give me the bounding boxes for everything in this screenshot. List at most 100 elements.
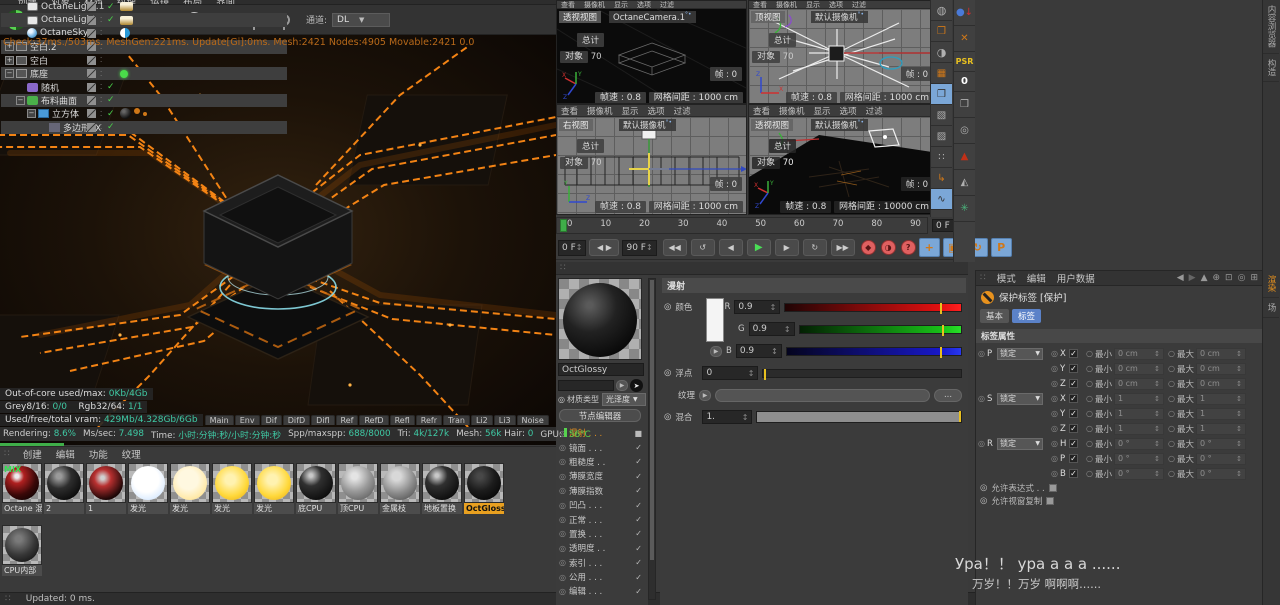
layer-toggle[interactable] [87,83,96,92]
min-field[interactable]: 1↕ [1114,408,1164,420]
point-mode-icon[interactable]: ∷ [931,147,952,168]
color-r-field[interactable]: 0.9↕ [734,300,780,314]
record-button[interactable]: ◑ [881,240,896,255]
visibility-dots[interactable]: ⁚ [100,16,102,24]
arrow-up-icon[interactable]: ▲ [1201,273,1208,283]
enable-check[interactable]: ✓ [107,109,115,119]
add-icon[interactable]: ⊞ [1250,273,1258,283]
max-field[interactable]: 0 cm↕ [1196,348,1246,360]
viewport-camera-badge[interactable]: 默认摄像机°• [619,119,676,131]
frame-step-buttons[interactable]: ◀ ▶ [589,239,619,256]
channel-check[interactable]: ✓ [635,472,642,481]
allow-viewport-copy-checkbox[interactable] [1046,497,1054,505]
viewport-menu-item[interactable]: 摄像机 [779,105,805,117]
target-icon[interactable]: ◎ [1238,273,1246,283]
layer-toggle[interactable] [87,96,96,105]
material-swatch[interactable] [120,70,128,78]
visibility-dots[interactable]: ⁚ [100,110,102,118]
enable-check[interactable]: ✓ [107,82,115,92]
layer-toggle[interactable] [87,69,96,78]
expand-arrow-icon[interactable]: ▶ [616,380,628,391]
record-button[interactable]: ? [901,240,916,255]
channel-check[interactable]: ✓ [635,558,642,567]
lock-dropdown[interactable]: 锁定▼ [997,348,1043,360]
material-name-field[interactable]: OctGlossy [558,363,644,376]
texture-mode-icon[interactable]: ◑ [931,42,952,63]
wire-sphere-icon[interactable]: ◍ [931,0,952,21]
expand-toggle[interactable]: − [27,109,36,118]
color-g-field[interactable]: 0.9↕ [749,322,795,336]
object-row[interactable]: − 底座 ⁚ [1,67,287,80]
enable-check[interactable]: ✓ [107,15,115,25]
panel-grip-icon[interactable]: ∷ [980,273,987,283]
render-pass-tab[interactable]: Li2 [471,415,493,425]
max-field[interactable]: 1↕ [1196,423,1246,435]
pick-cursor-icon[interactable]: ➤ [630,379,643,392]
render-pass-tab[interactable]: Noise [517,415,549,425]
object-row[interactable]: − 布料曲面 ⁚ ✓ [1,94,287,107]
render-pass-tab[interactable]: Env [235,415,260,425]
material-swatch[interactable] [120,16,133,25]
render-pass-tab[interactable]: Difl [311,415,334,425]
object-row[interactable]: 多边形FX ⁚ ✓ [1,121,287,134]
max-field[interactable]: 0 °↕ [1196,468,1246,480]
render-pass-tab[interactable]: Dif [261,415,282,425]
material-channel-row[interactable]: ◎ 薄膜指数 ✓ [556,484,646,498]
max-field[interactable]: 1↕ [1196,408,1246,420]
axis-checkbox[interactable]: ✓ [1069,469,1078,478]
max-field[interactable]: 0 °↕ [1196,453,1246,465]
lock-dropdown[interactable]: 锁定▼ [997,393,1043,405]
axis-checkbox[interactable]: ✓ [1069,364,1078,373]
history-back-icon[interactable]: ◀ [1177,273,1184,283]
material-channel-row[interactable]: ◎ 正常 . . . ✓ [556,512,646,526]
viewport-perspective-octane[interactable]: 查看摄像机显示选项过滤 透视视图 OctaneCamera.1°• 总计 对象 … [556,0,747,104]
lock-dropdown[interactable]: 锁定▼ [997,438,1043,450]
transport-button[interactable]: ◀ [719,239,743,256]
viewport-menu-item[interactable]: 摄像机 [587,105,613,117]
timeline-playhead[interactable] [560,219,567,232]
transport-button[interactable]: ▶▶ [831,239,855,256]
drop-to-floor-icon[interactable]: ●↓ [954,0,975,26]
viewport-menu-item[interactable]: 选项 [648,105,665,117]
axis-checkbox[interactable]: ✓ [1069,439,1078,448]
viewport-right[interactable]: 查看摄像机显示选项过滤 右视图 默认摄像机°• 总计 对象 70 帧 : 0 帧… [556,104,747,215]
material-channel-row[interactable]: ◎ 粗糙度 . . ✓ [556,455,646,469]
render-pass-tab[interactable]: Li3 [494,415,516,425]
magic-book-icon[interactable]: ◭ [954,170,975,196]
material-menu-item[interactable]: 纹理 [122,447,141,461]
object-row[interactable]: OctaneLight ⁚ ✓ [1,13,287,26]
make-editable-icon[interactable]: ❒ [931,21,952,42]
material-channel-row[interactable]: ◎ 置换 . . . ✓ [556,527,646,541]
min-field[interactable]: 1↕ [1114,393,1164,405]
material-thumbnail[interactable]: OctGlossy [464,463,504,514]
material-editor-scrollbar[interactable] [648,278,656,600]
channel-check[interactable]: ✓ [635,587,642,596]
viewport-menu-item[interactable]: 查看 [753,105,770,117]
material-channel-row[interactable]: ◎ 镜面 . . . ✓ [556,440,646,454]
min-field[interactable]: 0 cm↕ [1114,378,1164,390]
color-b-field[interactable]: 0.9↕ [736,344,782,358]
material-menu-item[interactable]: 功能 [89,447,108,461]
render-pass-tab[interactable]: RefD [359,415,388,425]
min-field[interactable]: 0 °↕ [1114,453,1164,465]
zero-icon[interactable]: 0 [954,72,975,92]
polygon-mode-icon[interactable]: ▧ [931,105,952,126]
material-menu-item[interactable]: 编辑 [56,447,75,461]
axis-checkbox[interactable]: ✓ [1069,394,1078,403]
axis-checkbox[interactable]: ✓ [1069,424,1078,433]
material-channel-row[interactable]: ◎ 编辑 . . . ✓ [556,584,646,598]
material-thumbnail[interactable]: 发光 [170,463,210,514]
material-channel-row[interactable]: ◎ 索引 . . . ✓ [556,556,646,570]
object-row[interactable]: − 立方体 ⁚ ✓ [1,107,287,120]
object-row[interactable]: + 空白 ⁚ [1,54,287,67]
viewport-top[interactable]: 查看摄像机显示选项过滤 顶视图 默认摄像机°• 总计 对象 70 帧 : 0 帧… [748,0,938,104]
expand-toggle[interactable]: − [5,69,14,78]
render-pass-tab[interactable]: Tran [443,415,470,425]
mix-slider[interactable] [756,411,962,423]
transport-button[interactable]: ▶ [747,239,771,256]
viewport-camera-badge[interactable]: OctaneCamera.1°• [609,11,696,23]
channel-check[interactable]: ■ [634,429,642,438]
attribute-tab[interactable]: 标签 [1012,309,1041,323]
material-preview[interactable] [558,278,642,360]
material-channel-row[interactable]: ◎ 透明度 . . ✓ [556,541,646,555]
